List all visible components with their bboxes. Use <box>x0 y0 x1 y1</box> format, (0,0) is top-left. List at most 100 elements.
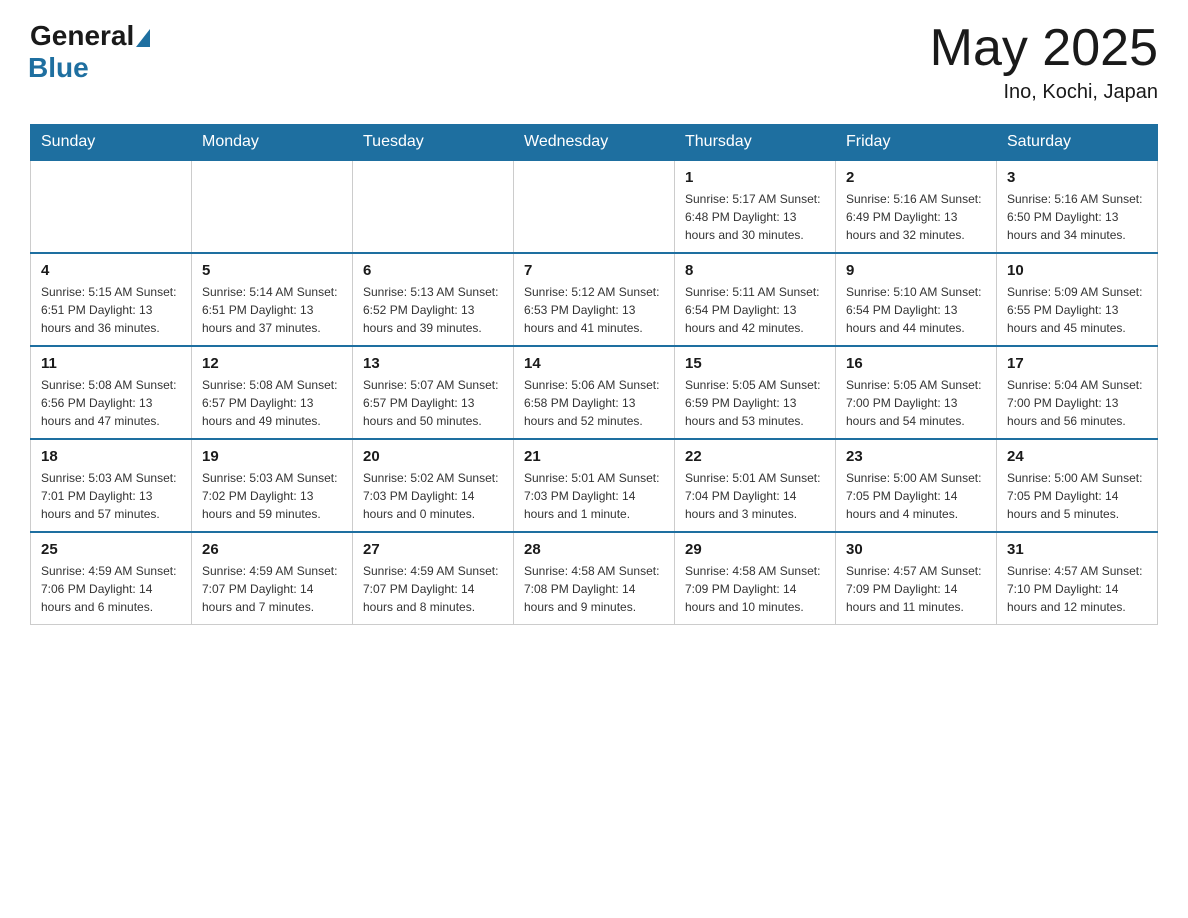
calendar-cell: 26 Sunrise: 4:59 AM Sunset: 7:07 PM Dayli… <box>192 532 353 625</box>
weekday-header-thursday: Thursday <box>675 125 836 161</box>
week-row-1: 1Sunrise: 5:17 AM Sunset: 6:48 PM Daylig… <box>31 160 1158 253</box>
calendar-cell: 21 Sunrise: 5:01 AM Sunset: 7:03 PM Dayli… <box>514 439 675 532</box>
logo-general-text: General <box>30 20 134 52</box>
day-number: 28 <box>524 541 664 558</box>
calendar-cell: 10 Sunrise: 5:09 AM Sunset: 6:55 PM Dayli… <box>997 253 1158 346</box>
day-info: Sunrise: 5:03 AM Sunset: 7:02 PM Dayligh… <box>202 469 342 523</box>
calendar-cell: 25 Sunrise: 4:59 AM Sunset: 7:06 PM Dayli… <box>31 532 192 625</box>
calendar-cell: 22 Sunrise: 5:01 AM Sunset: 7:04 PM Dayli… <box>675 439 836 532</box>
day-info: Sunrise: 5:03 AM Sunset: 7:01 PM Dayligh… <box>41 469 181 523</box>
day-info: Sunrise: 5:13 AM Sunset: 6:52 PM Dayligh… <box>363 283 503 337</box>
weekday-header-monday: Monday <box>192 125 353 161</box>
location-title: Ino, Kochi, Japan <box>930 81 1158 104</box>
weekday-header-saturday: Saturday <box>997 125 1158 161</box>
day-info: Sunrise: 5:00 AM Sunset: 7:05 PM Dayligh… <box>1007 469 1147 523</box>
day-number: 29 <box>685 541 825 558</box>
day-number: 26 <box>202 541 342 558</box>
weekday-header-row: SundayMondayTuesdayWednesdayThursdayFrid… <box>31 125 1158 161</box>
day-number: 4 <box>41 262 181 279</box>
week-row-4: 18 Sunrise: 5:03 AM Sunset: 7:01 PM Dayli… <box>31 439 1158 532</box>
calendar-cell: 14 Sunrise: 5:06 AM Sunset: 6:58 PM Dayli… <box>514 346 675 439</box>
day-info: Sunrise: 5:15 AM Sunset: 6:51 PM Dayligh… <box>41 283 181 337</box>
calendar-cell <box>31 160 192 253</box>
day-number: 13 <box>363 355 503 372</box>
calendar-cell: 16Sunrise: 5:05 AM Sunset: 7:00 PM Dayli… <box>836 346 997 439</box>
calendar-cell: 30 Sunrise: 4:57 AM Sunset: 7:09 PM Dayli… <box>836 532 997 625</box>
day-number: 17 <box>1007 355 1147 372</box>
day-info: Sunrise: 5:02 AM Sunset: 7:03 PM Dayligh… <box>363 469 503 523</box>
day-info: Sunrise: 5:01 AM Sunset: 7:04 PM Dayligh… <box>685 469 825 523</box>
day-info: Sunrise: 4:59 AM Sunset: 7:06 PM Dayligh… <box>41 562 181 616</box>
day-info: Sunrise: 5:16 AM Sunset: 6:50 PM Dayligh… <box>1007 190 1147 244</box>
calendar-cell: 13 Sunrise: 5:07 AM Sunset: 6:57 PM Dayli… <box>353 346 514 439</box>
day-number: 19 <box>202 448 342 465</box>
day-number: 22 <box>685 448 825 465</box>
day-number: 15 <box>685 355 825 372</box>
day-info: Sunrise: 5:05 AM Sunset: 6:59 PM Dayligh… <box>685 376 825 430</box>
weekday-header-tuesday: Tuesday <box>353 125 514 161</box>
day-number: 30 <box>846 541 986 558</box>
calendar-cell: 24Sunrise: 5:00 AM Sunset: 7:05 PM Dayli… <box>997 439 1158 532</box>
day-info: Sunrise: 4:57 AM Sunset: 7:09 PM Dayligh… <box>846 562 986 616</box>
weekday-header-wednesday: Wednesday <box>514 125 675 161</box>
calendar-cell: 23Sunrise: 5:00 AM Sunset: 7:05 PM Dayli… <box>836 439 997 532</box>
calendar-cell: 11 Sunrise: 5:08 AM Sunset: 6:56 PM Dayli… <box>31 346 192 439</box>
day-info: Sunrise: 5:09 AM Sunset: 6:55 PM Dayligh… <box>1007 283 1147 337</box>
day-number: 7 <box>524 262 664 279</box>
week-row-3: 11 Sunrise: 5:08 AM Sunset: 6:56 PM Dayli… <box>31 346 1158 439</box>
day-info: Sunrise: 5:05 AM Sunset: 7:00 PM Dayligh… <box>846 376 986 430</box>
day-number: 5 <box>202 262 342 279</box>
calendar-cell: 6Sunrise: 5:13 AM Sunset: 6:52 PM Daylig… <box>353 253 514 346</box>
calendar-cell: 8Sunrise: 5:11 AM Sunset: 6:54 PM Daylig… <box>675 253 836 346</box>
day-info: Sunrise: 4:59 AM Sunset: 7:07 PM Dayligh… <box>363 562 503 616</box>
day-info: Sunrise: 5:17 AM Sunset: 6:48 PM Dayligh… <box>685 190 825 244</box>
week-row-2: 4 Sunrise: 5:15 AM Sunset: 6:51 PM Daylig… <box>31 253 1158 346</box>
day-number: 18 <box>41 448 181 465</box>
day-info: Sunrise: 5:01 AM Sunset: 7:03 PM Dayligh… <box>524 469 664 523</box>
day-info: Sunrise: 5:06 AM Sunset: 6:58 PM Dayligh… <box>524 376 664 430</box>
calendar-cell: 17Sunrise: 5:04 AM Sunset: 7:00 PM Dayli… <box>997 346 1158 439</box>
page-header: General Blue May 2025 Ino, Kochi, Japan <box>30 20 1158 104</box>
calendar-cell: 5 Sunrise: 5:14 AM Sunset: 6:51 PM Daylig… <box>192 253 353 346</box>
weekday-header-friday: Friday <box>836 125 997 161</box>
calendar-cell <box>514 160 675 253</box>
calendar-cell: 29Sunrise: 4:58 AM Sunset: 7:09 PM Dayli… <box>675 532 836 625</box>
day-number: 3 <box>1007 169 1147 186</box>
day-number: 25 <box>41 541 181 558</box>
calendar-cell: 20 Sunrise: 5:02 AM Sunset: 7:03 PM Dayli… <box>353 439 514 532</box>
day-number: 21 <box>524 448 664 465</box>
calendar-cell: 12Sunrise: 5:08 AM Sunset: 6:57 PM Dayli… <box>192 346 353 439</box>
day-info: Sunrise: 4:59 AM Sunset: 7:07 PM Dayligh… <box>202 562 342 616</box>
calendar-cell: 4 Sunrise: 5:15 AM Sunset: 6:51 PM Daylig… <box>31 253 192 346</box>
calendar-cell: 28Sunrise: 4:58 AM Sunset: 7:08 PM Dayli… <box>514 532 675 625</box>
calendar-cell: 27 Sunrise: 4:59 AM Sunset: 7:07 PM Dayli… <box>353 532 514 625</box>
day-number: 10 <box>1007 262 1147 279</box>
day-info: Sunrise: 5:00 AM Sunset: 7:05 PM Dayligh… <box>846 469 986 523</box>
calendar-cell <box>353 160 514 253</box>
calendar-cell: 2Sunrise: 5:16 AM Sunset: 6:49 PM Daylig… <box>836 160 997 253</box>
calendar-table: SundayMondayTuesdayWednesdayThursdayFrid… <box>30 124 1158 625</box>
day-number: 27 <box>363 541 503 558</box>
logo-blue-text: Blue <box>28 52 89 84</box>
day-number: 14 <box>524 355 664 372</box>
weekday-header-sunday: Sunday <box>31 125 192 161</box>
day-number: 11 <box>41 355 181 372</box>
title-section: May 2025 Ino, Kochi, Japan <box>930 20 1158 104</box>
calendar-cell <box>192 160 353 253</box>
day-info: Sunrise: 5:08 AM Sunset: 6:56 PM Dayligh… <box>41 376 181 430</box>
day-number: 31 <box>1007 541 1147 558</box>
day-info: Sunrise: 5:14 AM Sunset: 6:51 PM Dayligh… <box>202 283 342 337</box>
calendar-cell: 15 Sunrise: 5:05 AM Sunset: 6:59 PM Dayli… <box>675 346 836 439</box>
day-info: Sunrise: 4:57 AM Sunset: 7:10 PM Dayligh… <box>1007 562 1147 616</box>
calendar-cell: 18 Sunrise: 5:03 AM Sunset: 7:01 PM Dayli… <box>31 439 192 532</box>
calendar-cell: 9 Sunrise: 5:10 AM Sunset: 6:54 PM Daylig… <box>836 253 997 346</box>
day-info: Sunrise: 5:07 AM Sunset: 6:57 PM Dayligh… <box>363 376 503 430</box>
day-number: 12 <box>202 355 342 372</box>
day-number: 20 <box>363 448 503 465</box>
logo: General Blue <box>30 20 150 84</box>
calendar-cell: 19 Sunrise: 5:03 AM Sunset: 7:02 PM Dayli… <box>192 439 353 532</box>
calendar-cell: 31 Sunrise: 4:57 AM Sunset: 7:10 PM Dayli… <box>997 532 1158 625</box>
day-number: 8 <box>685 262 825 279</box>
day-info: Sunrise: 5:10 AM Sunset: 6:54 PM Dayligh… <box>846 283 986 337</box>
day-number: 9 <box>846 262 986 279</box>
